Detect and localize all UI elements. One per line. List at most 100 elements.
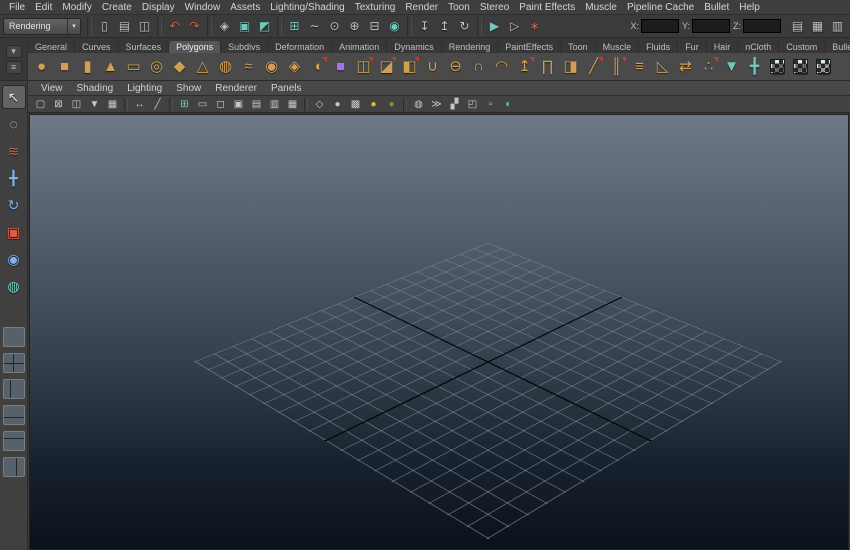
shelf-tab[interactable]: Fluids [639, 41, 679, 53]
select-object-icon[interactable]: ▣ [235, 17, 254, 36]
ipr-render-icon[interactable]: ▷ [505, 17, 524, 36]
menubar-item[interactable]: Assets [225, 0, 265, 15]
insert-edge-loop-icon[interactable]: ║ [605, 55, 628, 79]
uv-texture-editor-icon[interactable]: ▦ [789, 55, 812, 79]
menubar-item[interactable]: Toon [443, 0, 475, 15]
separate-icon[interactable]: ◪ [375, 55, 398, 79]
soft-modification-icon[interactable]: ◍ [2, 274, 26, 298]
sculpt-geometry-icon[interactable]: ◖ [306, 55, 329, 79]
split-polygon-icon[interactable]: ╱ [582, 55, 605, 79]
shelf-tab[interactable]: Toon [561, 41, 596, 53]
shelf-tab[interactable]: General [28, 41, 76, 53]
attribute-editor-toggle-icon[interactable]: ▤ [788, 17, 807, 36]
smooth-proxy-icon[interactable]: ■ [329, 55, 352, 79]
film-gate-icon[interactable]: ▭ [194, 97, 211, 112]
select-tool-icon[interactable]: ↖ [1, 85, 26, 109]
snap-to-grid-icon[interactable]: ⊞ [285, 17, 304, 36]
redo-icon[interactable]: ↷ [185, 17, 204, 36]
grease-pencil-icon[interactable]: ╱ [149, 97, 166, 112]
universal-manipulator-icon[interactable]: ◉ [2, 247, 26, 271]
inputs-to-selected-icon[interactable]: ↧ [415, 17, 434, 36]
boolean-union-icon[interactable]: ∪ [421, 55, 444, 79]
panel-menu-item[interactable]: Lighting [120, 83, 169, 94]
panel-menu-item[interactable]: Renderer [208, 83, 264, 94]
menubar-item[interactable]: Render [400, 0, 443, 15]
extract-icon[interactable]: ◧ [398, 55, 421, 79]
shelf-tab[interactable]: Deformation [268, 41, 333, 53]
uv-checker-map-icon[interactable]: ▩ [766, 55, 789, 79]
make-live-icon[interactable]: ◉ [385, 17, 404, 36]
menubar-item[interactable]: Muscle [580, 0, 622, 15]
poly-prism-icon[interactable]: ◆ [168, 55, 191, 79]
shelf-tab[interactable]: Polygons [169, 41, 222, 53]
bevel-icon[interactable]: ◺ [651, 55, 674, 79]
offset-edge-loop-icon[interactable]: ≡ [628, 55, 651, 79]
poly-platonic-solid-icon[interactable]: ◈ [283, 55, 306, 79]
exposure-icon[interactable]: ◐ [500, 97, 517, 112]
multisample-icon[interactable]: ▞ [446, 97, 463, 112]
menubar-item[interactable]: File [4, 0, 30, 15]
shelf-tab[interactable]: PaintEffects [498, 41, 562, 53]
camera-attributes-icon[interactable]: ◫ [68, 97, 85, 112]
panel-menu-item[interactable]: Panels [264, 83, 309, 94]
shelf-tab[interactable]: Subdivs [221, 41, 269, 53]
new-scene-icon[interactable]: ▯ [95, 17, 114, 36]
layout-persp-graph[interactable] [2, 405, 25, 425]
menubar-item[interactable]: Paint Effects [514, 0, 580, 15]
smooth-icon[interactable]: ◠ [490, 55, 513, 79]
shelf-tab[interactable]: Muscle [596, 41, 640, 53]
lock-camera-icon[interactable]: ⊠ [50, 97, 67, 112]
undo-icon[interactable]: ↶ [165, 17, 184, 36]
shelf-tab[interactable]: Surfaces [119, 41, 170, 53]
poly-pipe-icon[interactable]: ◍ [214, 55, 237, 79]
image-plane-icon[interactable]: ▦ [104, 97, 121, 112]
poly-pyramid-icon[interactable]: △ [191, 55, 214, 79]
tool-settings-toggle-icon[interactable]: ▦ [808, 17, 827, 36]
shelf-tab-menu-icon[interactable]: ▾ [5, 44, 22, 58]
poly-helix-icon[interactable]: ≈ [237, 55, 260, 79]
append-to-polygon-icon[interactable]: ◨ [559, 55, 582, 79]
gate-mask-icon[interactable]: ▣ [230, 97, 247, 112]
layout-persp-outliner[interactable] [2, 379, 25, 399]
poly-sphere-icon[interactable]: ● [30, 55, 53, 79]
rotate-tool-icon[interactable]: ↻ [2, 193, 26, 217]
channel-box-toggle-icon[interactable]: ▥ [828, 17, 847, 36]
poly-cone-icon[interactable]: ▲ [99, 55, 122, 79]
layout-persp-uv[interactable] [2, 457, 25, 477]
grid-toggle-icon[interactable]: ⊞ [176, 97, 193, 112]
x-coordinate-input[interactable] [640, 19, 679, 33]
chevron-down-icon[interactable]: ▾ [67, 18, 80, 34]
safe-title-icon[interactable]: ▦ [284, 97, 301, 112]
textured-icon[interactable]: ▩ [347, 97, 364, 112]
shelf-editor-icon[interactable]: ≡ [5, 60, 22, 74]
menubar-item[interactable]: Bullet [699, 0, 734, 15]
merge-vertices-icon[interactable]: ∴ [697, 55, 720, 79]
lasso-tool-icon[interactable]: ◌ [2, 112, 26, 136]
shadows-icon[interactable]: ● [383, 97, 400, 112]
z-coordinate-input[interactable] [743, 19, 781, 33]
shelf-tab[interactable]: Dynamics [387, 41, 442, 53]
snap-to-curves-icon[interactable]: ∼ [305, 17, 324, 36]
use-all-lights-icon[interactable]: ● [365, 97, 382, 112]
wireframe-icon[interactable]: ◇ [311, 97, 328, 112]
poly-soccer-ball-icon[interactable]: ◉ [260, 55, 283, 79]
isolate-select-icon[interactable]: ◰ [464, 97, 481, 112]
select-camera-icon[interactable]: ▢ [32, 97, 49, 112]
layout-single-pane[interactable] [2, 327, 25, 347]
screen-ao-icon[interactable]: ◍ [410, 97, 427, 112]
shelf-tab[interactable]: Hair [707, 41, 739, 53]
snap-to-projected-center-icon[interactable]: ⊕ [345, 17, 364, 36]
snap-to-points-icon[interactable]: ⊙ [325, 17, 344, 36]
smooth-shade-icon[interactable]: ● [329, 97, 346, 112]
shelf-tab[interactable]: Bullet [825, 41, 850, 53]
menu-set-dropdown[interactable]: Rendering ▾ [3, 17, 81, 35]
paint-3d-tool-icon[interactable]: ╋ [743, 55, 766, 79]
shelf-tab[interactable]: Animation [332, 41, 388, 53]
scale-tool-icon[interactable]: ▣ [2, 220, 26, 244]
uv-snapshot-icon[interactable]: ▨ [812, 55, 835, 79]
mirror-geometry-icon[interactable]: ⇄ [674, 55, 697, 79]
move-tool-icon[interactable]: ╋ [2, 166, 26, 190]
boolean-intersection-icon[interactable]: ∩ [467, 55, 490, 79]
menubar-item[interactable]: Edit [30, 0, 57, 15]
paint-selection-tool-icon[interactable]: ≋ [2, 139, 26, 163]
